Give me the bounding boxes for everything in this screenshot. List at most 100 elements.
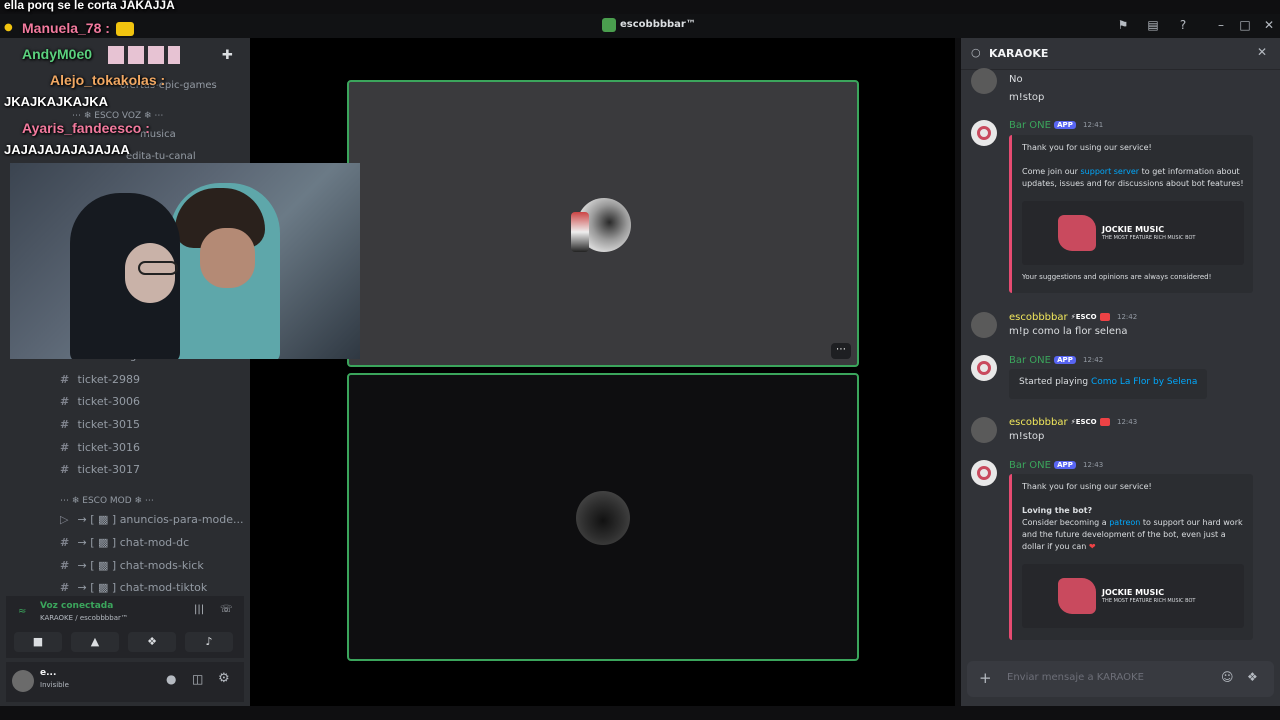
more-options-button[interactable]: ⋯ — [831, 343, 851, 359]
avatar[interactable] — [12, 670, 34, 692]
hash-icon: # — [60, 581, 70, 594]
embed-card: Thank you for using our service! Loving … — [1009, 474, 1253, 640]
jockie-banner: JOCKIE MUSIC THE MOST FEATURE RICH MUSIC… — [1022, 564, 1244, 628]
activities-button[interactable]: ❖ — [128, 632, 176, 652]
megaphone-icon: ▷ — [60, 513, 69, 526]
category-mod[interactable]: ⋯ ❄ ESCO MOD ❄ ⋯ — [60, 496, 154, 506]
close-window-button[interactable]: ✕ — [1262, 18, 1276, 32]
embed-heading: Loving the bot? — [1022, 506, 1093, 515]
song-link[interactable]: Como La Flor by Selena — [1091, 377, 1197, 387]
message-time: 12:43 — [1117, 418, 1138, 426]
overlay-chat-message: JKAJKAJKAJKA — [4, 94, 109, 109]
channel-ticket[interactable]: # ticket-2989 — [60, 373, 140, 391]
overlay-chat-user: Ayaris_fandeesco : — [22, 120, 150, 136]
embed-line: and the future development of the bot, e… — [1022, 530, 1226, 539]
message-author[interactable]: Bar ONE APP 12:42 — [1009, 355, 1103, 366]
embed-line: Come join our support server to get info… — [1022, 167, 1240, 176]
avatar[interactable] — [971, 120, 997, 146]
avatar[interactable] — [971, 355, 997, 381]
minimize-button[interactable]: – — [1214, 18, 1228, 32]
hash-icon: # — [60, 418, 70, 431]
avatar[interactable] — [971, 68, 997, 94]
avatar[interactable] — [971, 417, 997, 443]
emote-icon — [108, 46, 180, 64]
speech-bubble-icon: ○ — [971, 46, 981, 59]
webcam-person-face — [200, 228, 255, 288]
message-input-placeholder[interactable]: Enviar mensaje a KARAOKE — [1007, 672, 1144, 683]
voice-connection-panel: ≈ Voz conectada KARAOKE / escobbbbar™ ||… — [6, 596, 244, 658]
message-author[interactable]: Bar ONE APP 12:43 — [1009, 460, 1103, 471]
webcam-overlay — [10, 163, 360, 359]
server-icon — [602, 18, 616, 32]
heart-icon: ❤ — [1088, 542, 1096, 551]
message-author[interactable]: escobbbbar ⚡ESCO 12:43 — [1009, 417, 1137, 428]
channel-mod[interactable]: # → [ ▩ ] chat-mods-kick — [60, 559, 204, 577]
embed-line: updates, issues and for discussions abou… — [1022, 179, 1244, 188]
help-icon[interactable]: ? — [1176, 18, 1190, 32]
inbox-flag-icon[interactable]: ⚑ — [1116, 18, 1130, 32]
add-member-icon[interactable]: ✚ — [222, 48, 233, 63]
message-time: 12:41 — [1083, 121, 1104, 129]
hash-icon: # — [60, 536, 70, 549]
emoji-icon[interactable]: ☺ — [1221, 670, 1234, 684]
hash-icon: # — [60, 463, 70, 476]
soundboard-button[interactable]: ♪ — [185, 632, 233, 652]
maximize-button[interactable]: □ — [1238, 18, 1252, 32]
message-time: 12:42 — [1083, 356, 1104, 364]
participant-avatar — [576, 491, 630, 545]
inbox-icon[interactable]: ▤ — [1146, 18, 1160, 32]
live-camera-icon — [1099, 313, 1110, 321]
channel-ticket[interactable]: # ticket-3015 — [60, 418, 140, 436]
app-tag: APP — [1054, 121, 1076, 129]
message-text: m!stop — [1009, 92, 1045, 103]
support-server-link[interactable]: support server — [1081, 167, 1140, 176]
disconnect-icon[interactable]: ☏ — [220, 604, 233, 615]
channel-ticket[interactable]: # ticket-3017 — [60, 463, 140, 481]
channel-ticket[interactable]: # ticket-3006 — [60, 395, 140, 413]
app-tag: APP — [1054, 461, 1076, 469]
live-camera-icon — [1099, 418, 1110, 426]
jockie-banner: JOCKIE MUSIC THE MOST FEATURE RICH MUSIC… — [1022, 201, 1244, 265]
headphones-icon[interactable]: ◫ — [192, 672, 203, 686]
noise-suppression-icon[interactable]: ||| — [194, 604, 204, 615]
chat-header: ○ KARAOKE ✕ — [961, 38, 1280, 70]
overlay-chat-user: AndyM0e0 — [22, 46, 93, 62]
participant-tile[interactable]: ⋯ — [347, 80, 859, 367]
channel-mod[interactable]: ▷ → [ ▩ ] anuncios-para-mode... — [60, 513, 244, 531]
signal-icon: ≈ — [18, 606, 27, 617]
embed-line: Consider becoming a patreon to support o… — [1022, 518, 1243, 527]
participant-tile[interactable] — [347, 373, 859, 661]
overlay-chat-message: JAJAJAJAJAJAJAA — [4, 142, 130, 157]
message-author[interactable]: escobbbbar ⚡ESCO 12:42 — [1009, 312, 1137, 323]
message-author[interactable]: Bar ONE APP 12:41 — [1009, 120, 1103, 131]
esco-tag: ⚡ESCO — [1070, 418, 1097, 426]
now-playing-text: Started playing Como La Flor by Selena — [1019, 377, 1198, 387]
message-input[interactable]: + Enviar mensaje a KARAOKE ☺ ❖ — [967, 661, 1274, 697]
channel-ticket[interactable]: # ticket-3016 — [60, 441, 140, 459]
avatar[interactable] — [971, 460, 997, 486]
close-icon[interactable]: ✕ — [1257, 45, 1267, 59]
voice-location[interactable]: KARAOKE / escobbbbar™ — [40, 614, 128, 622]
jockie-subtitle: THE MOST FEATURE RICH MUSIC BOT — [1102, 598, 1196, 604]
patreon-link[interactable]: patreon — [1109, 518, 1140, 527]
now-playing-card: Started playing Como La Flor by Selena — [1009, 369, 1207, 399]
avatar[interactable] — [971, 312, 997, 338]
voice-status[interactable]: Voz conectada — [40, 601, 113, 611]
message-text: m!stop — [1009, 431, 1045, 442]
app-tag: APP — [1054, 356, 1076, 364]
overlay-chat-user: Manuela_78 : — [22, 20, 110, 36]
embed-card: Thank you for using our service! Come jo… — [1009, 135, 1253, 293]
microphone-icon[interactable]: ● — [166, 672, 176, 686]
camera-off-button[interactable]: ■ — [14, 632, 62, 652]
user-status: Invisible — [40, 681, 69, 689]
channel-mod[interactable]: # → [ ▩ ] chat-mod-dc — [60, 536, 189, 554]
add-attachment-icon[interactable]: + — [979, 669, 992, 687]
settings-gear-icon[interactable]: ⚙ — [218, 671, 230, 686]
jockie-brand: JOCKIE MUSIC — [1102, 225, 1165, 234]
message-text: m!p como la flor selena — [1009, 326, 1128, 337]
apps-icon[interactable]: ❖ — [1247, 670, 1258, 684]
overlay-chat-message: ella porq se le corta JAKAJJA — [4, 0, 175, 12]
jockie-logo — [1058, 578, 1096, 614]
window-title: escobbbbar™ — [620, 19, 696, 30]
screen-share-button[interactable]: ▲ — [71, 632, 119, 652]
